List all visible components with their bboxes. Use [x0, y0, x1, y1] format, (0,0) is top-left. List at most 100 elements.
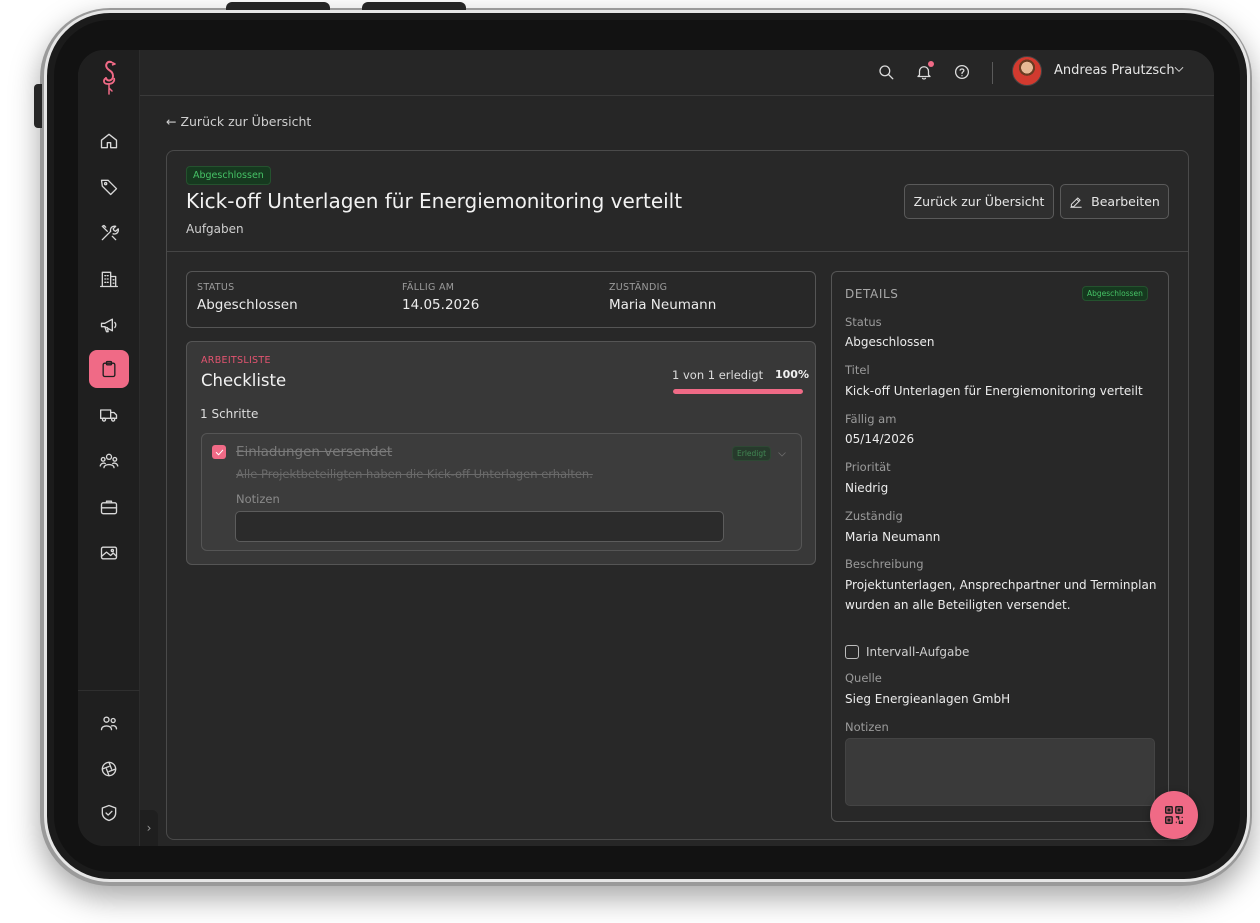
- device-side-button: [34, 84, 42, 128]
- details-description-value: Projektunterlagen, Ansprechpartner und T…: [845, 578, 1157, 612]
- back-to-overview-button[interactable]: Zurück zur Übersicht: [904, 184, 1054, 219]
- checklist-title: Checkliste: [201, 371, 287, 390]
- summary-assignee-value: Maria Neumann: [609, 297, 717, 313]
- top-bar: Andreas Prautzsch: [140, 50, 1214, 96]
- sidebar-item-jobs[interactable]: [89, 488, 129, 526]
- chevron-down-icon: [1174, 66, 1184, 72]
- edit-button-label: Bearbeiten: [1091, 194, 1160, 209]
- details-title-value: Kick-off Unterlagen für Energiemonitorin…: [845, 384, 1143, 398]
- sidebar: [78, 50, 140, 846]
- checklist-item-checkbox[interactable]: [212, 445, 226, 459]
- details-assignee-label: Zuständig: [845, 509, 903, 523]
- sidebar-item-home[interactable]: [89, 122, 129, 160]
- details-title-label: Titel: [845, 363, 870, 377]
- back-button-label: Zurück zur Übersicht: [913, 194, 1045, 209]
- search-button[interactable]: [874, 60, 898, 84]
- details-description-label: Beschreibung: [845, 557, 924, 571]
- checklist-item-title: Einladungen versendet: [236, 444, 393, 460]
- briefcase-icon: [100, 500, 118, 515]
- summary-status-label: STATUS: [197, 282, 235, 293]
- page-subtitle: Aufgaben: [186, 222, 244, 236]
- users-icon: [100, 716, 118, 731]
- tag-icon: [100, 179, 118, 196]
- details-priority-value: Niedrig: [845, 481, 889, 495]
- summary-assignee-label: ZUSTÄNDIG: [609, 282, 668, 293]
- interval-task-checkbox[interactable]: [845, 645, 859, 659]
- sidebar-item-tags[interactable]: [89, 168, 129, 206]
- notifications-button[interactable]: [912, 60, 936, 84]
- sidebar-item-integrations[interactable]: [89, 750, 129, 788]
- help-button[interactable]: [950, 60, 974, 84]
- aperture-icon: [101, 761, 117, 777]
- sidebar-item-buildings[interactable]: [89, 260, 129, 298]
- clipboard-icon: [102, 360, 116, 378]
- details-notes-input[interactable]: [845, 738, 1155, 806]
- checklist-step-count: 1 Schritte: [200, 407, 259, 421]
- details-notes-label: Notizen: [845, 720, 889, 734]
- image-icon: [100, 546, 118, 560]
- checklist-progress-bar: [673, 389, 803, 394]
- sidebar-item-users[interactable]: [89, 704, 129, 742]
- home-icon: [100, 133, 118, 149]
- checklist-item-done-badge: Erledigt: [732, 446, 772, 461]
- qr-code-icon: [1165, 806, 1183, 824]
- checklist-item-expand-button[interactable]: [776, 445, 790, 459]
- checklist-item-description: Alle Projektbeteiligten haben die Kick-o…: [236, 467, 593, 481]
- checklist-progress-fill: [673, 389, 803, 394]
- people-icon: [99, 453, 119, 469]
- details-source-value: Sieg Energieanlagen GmbH: [845, 692, 1011, 706]
- sidebar-item-tools[interactable]: [89, 214, 129, 252]
- details-status-badge: Abgeschlossen: [1082, 286, 1148, 301]
- sidebar-collapse-button[interactable]: ›: [140, 810, 158, 846]
- chevron-down-icon: [778, 452, 786, 457]
- tools-icon: [101, 224, 119, 241]
- sidebar-item-contacts[interactable]: [89, 442, 129, 480]
- status-badge: Abgeschlossen: [186, 166, 271, 185]
- details-source-label: Quelle: [845, 671, 882, 685]
- details-status-label: Status: [845, 315, 882, 329]
- summary-due: FÄLLIG AM 14.05.2026: [402, 282, 479, 313]
- edit-button[interactable]: Bearbeiten: [1060, 184, 1169, 219]
- summary-assignee: ZUSTÄNDIG Maria Neumann: [609, 282, 716, 313]
- details-priority-label: Priorität: [845, 460, 891, 474]
- summary-status: STATUS Abgeschlossen: [197, 282, 298, 313]
- interval-task-label[interactable]: Intervall-Aufgabe: [866, 645, 969, 659]
- checklist-card: ARBEITSLISTE Checkliste 1 Schritte 1 von…: [186, 341, 816, 565]
- user-menu-chevron[interactable]: [1172, 61, 1190, 79]
- checklist-item[interactable]: Einladungen versendet Alle Projektbeteil…: [201, 433, 802, 551]
- sidebar-item-campaigns[interactable]: [89, 306, 129, 344]
- task-summary-strip: STATUS Abgeschlossen FÄLLIG AM 14.05.202…: [186, 271, 816, 328]
- details-kicker: DETAILS: [845, 287, 899, 301]
- details-assignee-value: Maria Neumann: [845, 530, 941, 544]
- user-avatar[interactable]: [1012, 56, 1042, 86]
- flamingo-logo-icon[interactable]: [94, 56, 124, 98]
- sidebar-item-vehicles[interactable]: [89, 396, 129, 434]
- task-detail-panel: Abgeschlossen Kick-off Unterlagen für En…: [166, 150, 1189, 840]
- checklist-notes-input[interactable]: [235, 511, 724, 542]
- sidebar-item-tasks[interactable]: [89, 350, 129, 388]
- summary-due-label: FÄLLIG AM: [402, 282, 455, 293]
- qr-scan-button[interactable]: [1150, 791, 1198, 839]
- details-due-label: Fällig am: [845, 412, 897, 426]
- checklist-notes-label: Notizen: [236, 492, 280, 506]
- edit-icon: [1070, 196, 1082, 208]
- sidebar-divider: [78, 690, 140, 691]
- truck-icon: [100, 409, 118, 422]
- checklist-kicker: ARBEITSLISTE: [201, 355, 271, 366]
- details-status-value: Abgeschlossen: [845, 335, 935, 349]
- megaphone-icon: [100, 318, 117, 333]
- sidebar-item-media[interactable]: [89, 534, 129, 572]
- header-divider: [167, 251, 1188, 252]
- check-icon: [215, 449, 223, 455]
- user-name[interactable]: Andreas Prautzsch: [1054, 63, 1175, 78]
- sidebar-item-security[interactable]: [89, 794, 129, 832]
- summary-due-value: 14.05.2026: [402, 297, 480, 313]
- summary-status-value: Abgeschlossen: [197, 297, 298, 313]
- help-circle-icon: [954, 64, 970, 80]
- topbar-separator: [992, 62, 993, 84]
- checklist-progress-percent: 100%: [775, 368, 809, 381]
- details-due-value: 05/14/2026: [845, 432, 915, 446]
- page-title: Kick-off Unterlagen für Energiemonitorin…: [186, 189, 683, 213]
- details-card: DETAILS Abgeschlossen Status Abgeschloss…: [831, 271, 1169, 822]
- back-to-overview-link[interactable]: ← Zurück zur Übersicht: [166, 114, 311, 129]
